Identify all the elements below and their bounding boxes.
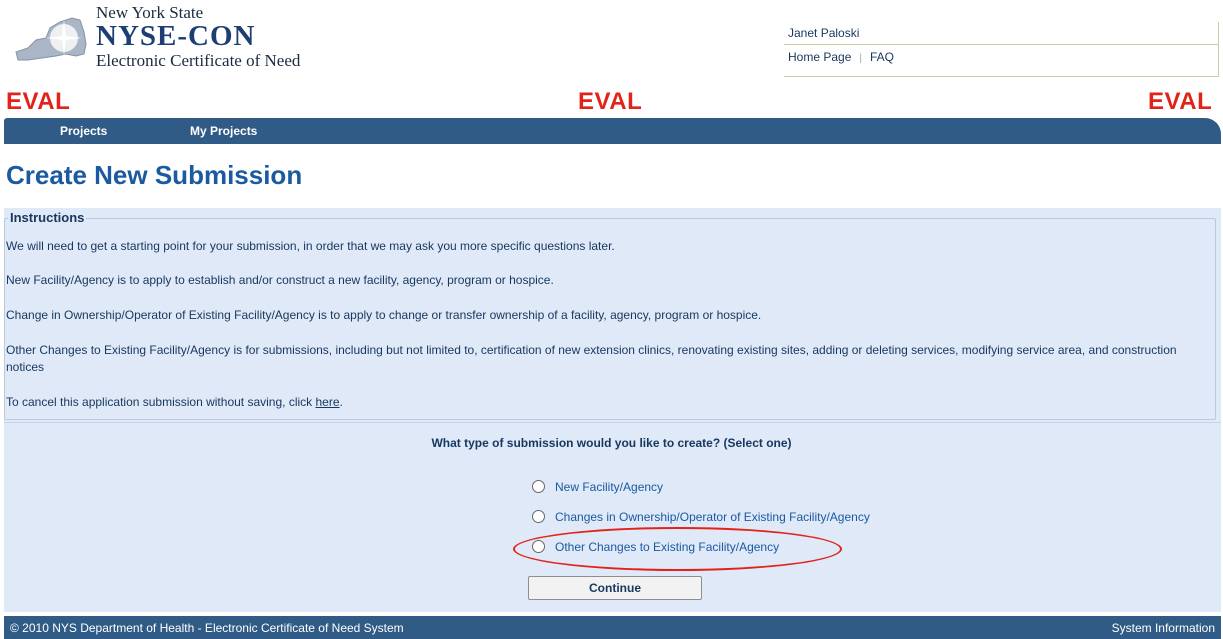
instruction-other-changes: Other Changes to Existing Facility/Agenc… [6,343,1177,374]
option-change-ownership-label: Changes in Ownership/Operator of Existin… [555,509,870,524]
panel-divider [4,422,1221,423]
user-name: Janet Paloski [788,26,860,40]
instructions-legend: Instructions [8,210,87,225]
logo-app-subtitle: Electronic Certificate of Need [96,51,301,70]
instruction-new-facility: New Facility/Agency is to apply to estab… [6,273,554,287]
instruction-cancel: To cancel this application submission wi… [6,394,343,411]
page-title: Create New Submission [6,160,303,190]
nav-item-my-projects[interactable]: My Projects [190,124,257,138]
link-separator: | [859,53,862,64]
option-change-ownership[interactable]: Changes in Ownership/Operator of Existin… [532,509,870,524]
faq-link[interactable]: FAQ [870,50,894,64]
system-information-link[interactable]: System Information [1112,621,1215,635]
submission-type-question: What type of submission would you like t… [431,436,792,450]
nav-item-projects[interactable]: Projects [60,124,107,138]
logo-text: New York State NYSE-CON Electronic Certi… [96,4,300,72]
instruction-intro: We will need to get a starting point for… [6,239,615,253]
logo-app-name: NYSE-CON [96,20,256,52]
user-box: Janet Paloski Home Page | FAQ [784,22,1219,77]
highlight-annotation-ellipse [513,527,842,571]
continue-button[interactable]: Continue [528,576,702,600]
instruction-change-ownership: Change in Ownership/Operator of Existing… [6,308,762,322]
radio-new-facility[interactable] [532,480,545,494]
page-header: New York State NYSE-CON Electronic Certi… [0,0,1223,92]
cancel-here-link[interactable]: here [315,395,339,409]
option-new-facility-label: New Facility/Agency [555,479,664,494]
ny-state-logo-icon [15,17,87,61]
eval-watermark-left: EVAL [6,88,71,115]
footer-copyright: © 2010 NYS Department of Health - Electr… [10,621,404,635]
main-nav: Projects My Projects [4,118,1221,144]
cancel-prefix-text: To cancel this application submission wi… [6,395,316,409]
user-links: Home Page | FAQ [788,50,894,64]
option-new-facility[interactable]: New Facility/Agency [532,479,663,494]
eval-watermark-right: EVAL [1148,88,1213,115]
home-page-link[interactable]: Home Page [788,50,851,64]
eval-watermark-center: EVAL [578,88,643,115]
cancel-suffix-text: . [339,395,343,409]
user-box-divider [784,44,1218,45]
radio-change-ownership[interactable] [532,510,545,524]
page-footer: © 2010 NYS Department of Health - Electr… [4,616,1221,639]
